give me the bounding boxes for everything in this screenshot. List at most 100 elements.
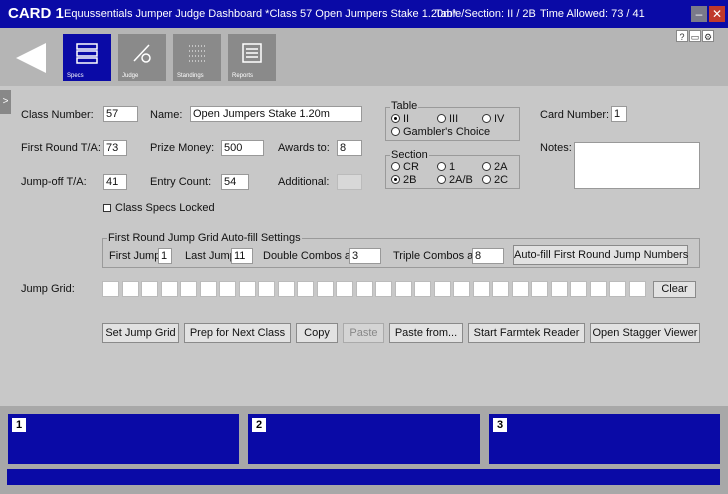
clear-grid-button[interactable]: Clear xyxy=(653,281,696,298)
set-jump-grid-button[interactable]: Set Jump Grid xyxy=(102,323,179,343)
entry-count-input[interactable]: 54 xyxy=(221,174,249,190)
rider-panel-2[interactable]: 2 xyxy=(248,414,480,464)
card-number-input[interactable]: 1 xyxy=(611,106,627,122)
jump-grid-cell[interactable] xyxy=(375,281,392,297)
jump-grid-cell[interactable] xyxy=(238,281,256,297)
section-radio-2c-label: 2C xyxy=(494,174,509,186)
section-radio-cr[interactable]: CR xyxy=(391,161,419,173)
reports-button[interactable]: Reports xyxy=(228,34,276,81)
close-button[interactable]: ✕ xyxy=(709,6,725,22)
radio-dot xyxy=(482,162,491,171)
class-specs-locked-checkbox[interactable]: Class Specs Locked xyxy=(103,202,215,214)
last-jump-input[interactable]: 11 xyxy=(231,248,253,264)
jump-grid-cell[interactable] xyxy=(199,281,217,297)
jump-grid-cell[interactable] xyxy=(492,281,509,297)
table-radio-iii[interactable]: III xyxy=(437,113,458,125)
notes-label: Notes: xyxy=(540,142,572,154)
double-combos-input[interactable]: 3 xyxy=(349,248,381,264)
minimize-button[interactable]: – xyxy=(691,6,707,22)
additional-label: Additional: xyxy=(278,176,330,188)
jump-grid-cell[interactable] xyxy=(258,281,275,297)
section-radio-2a-label: 2A xyxy=(494,161,508,173)
section-radio-2c[interactable]: 2C xyxy=(482,174,508,186)
jump-grid-cell[interactable] xyxy=(316,281,334,297)
first-round-input[interactable]: 73 xyxy=(103,140,127,156)
jump-grid-cell[interactable] xyxy=(531,281,548,297)
jump-grid-cell[interactable] xyxy=(570,281,587,297)
utility-icons: ? ▭ ⚙ xyxy=(676,30,715,43)
jump-grid-cell[interactable] xyxy=(102,281,119,297)
copy-button[interactable]: Copy xyxy=(296,323,338,343)
paste-button[interactable]: Paste xyxy=(343,323,384,343)
autofill-button[interactable]: Auto-fill First Round Jump Numbers xyxy=(513,245,688,265)
card-number-label: Card Number: xyxy=(540,109,610,121)
awards-label: Awards to: xyxy=(278,142,330,154)
jump-grid-cell[interactable] xyxy=(297,281,314,297)
jump-grid-cell[interactable] xyxy=(414,281,431,297)
radio-dot xyxy=(482,114,491,123)
time-allowed-readout: Time Allowed: 73 / 41 xyxy=(540,8,645,20)
double-combos-label: Double Combos at: xyxy=(263,250,358,262)
awards-input[interactable]: 8 xyxy=(337,140,362,156)
specs-label: Specs xyxy=(67,73,84,79)
standings-label: Standings xyxy=(177,73,204,79)
section-radio-2ab-label: 2A/B xyxy=(449,174,473,186)
triple-combos-input[interactable]: 8 xyxy=(472,248,504,264)
back-arrow-icon[interactable] xyxy=(16,43,46,73)
first-jump-input[interactable]: 1 xyxy=(158,248,172,264)
help-icon[interactable]: ? xyxy=(676,30,688,42)
specs-icon xyxy=(76,43,98,64)
prep-next-class-button[interactable]: Prep for Next Class xyxy=(184,323,291,343)
section-radio-2a[interactable]: 2A xyxy=(482,161,507,173)
jump-grid-cell[interactable] xyxy=(433,281,451,297)
standings-button[interactable]: Standings xyxy=(173,34,221,81)
notes-textarea[interactable] xyxy=(574,142,700,189)
open-stagger-viewer-button[interactable]: Open Stagger Viewer xyxy=(590,323,700,343)
jump-grid-cell[interactable] xyxy=(589,281,607,297)
class-specs-form: Class Number: 57 Name: Open Jumpers Stak… xyxy=(0,86,728,406)
start-farmtek-button[interactable]: Start Farmtek Reader xyxy=(468,323,585,343)
panel-number: 1 xyxy=(12,418,26,432)
jump-grid-cell[interactable] xyxy=(219,281,236,297)
jump-grid-cell[interactable] xyxy=(160,281,178,297)
radio-dot xyxy=(482,175,491,184)
table-radio-ii[interactable]: II xyxy=(391,113,409,125)
triple-combos-label: Triple Combos at: xyxy=(393,250,480,262)
judge-button[interactable]: Judge xyxy=(118,34,166,81)
section-radio-2b[interactable]: 2B xyxy=(391,174,416,186)
jump-grid-cell[interactable] xyxy=(511,281,529,297)
rider-panel-1[interactable]: 1 xyxy=(8,414,239,464)
prize-money-input[interactable]: 500 xyxy=(221,140,264,156)
specs-button[interactable]: Specs xyxy=(63,34,111,81)
settings-icon[interactable]: ⚙ xyxy=(702,30,714,42)
jump-grid-cell[interactable] xyxy=(121,281,139,297)
jump-grid-cell[interactable] xyxy=(277,281,295,297)
section-group-title: Section xyxy=(390,149,429,161)
jumpoff-input[interactable]: 41 xyxy=(103,174,127,190)
paste-from-button[interactable]: Paste from... xyxy=(389,323,463,343)
jump-grid-cell[interactable] xyxy=(453,281,470,297)
rider-panel-3[interactable]: 3 xyxy=(489,414,720,464)
jump-grid-cell[interactable] xyxy=(609,281,626,297)
section-radio-1[interactable]: 1 xyxy=(437,161,455,173)
jump-grid-cell[interactable] xyxy=(394,281,412,297)
table-radio-iv[interactable]: IV xyxy=(482,113,504,125)
jump-grid-cell[interactable] xyxy=(355,281,373,297)
jump-grid-cell[interactable] xyxy=(472,281,490,297)
title-bar: CARD 1 Equussentials Jumper Judge Dashbo… xyxy=(0,0,728,28)
section-radio-2ab[interactable]: 2A/B xyxy=(437,174,473,186)
standings-icon xyxy=(189,45,205,62)
jump-grid-cell[interactable] xyxy=(628,281,646,297)
jump-grid-cell[interactable] xyxy=(550,281,568,297)
jump-grid-label: Jump Grid: xyxy=(21,283,75,295)
class-number-input[interactable]: 57 xyxy=(103,106,138,122)
open-folder-icon[interactable]: ▭ xyxy=(689,30,701,42)
checkbox-box xyxy=(103,204,111,212)
additional-input[interactable] xyxy=(337,174,362,190)
jump-grid-cell[interactable] xyxy=(141,281,158,297)
table-group-title: Table xyxy=(390,100,419,112)
jump-grid-cell[interactable] xyxy=(180,281,197,297)
table-radio-gamblers-choice[interactable]: Gambler's Choice xyxy=(391,126,490,138)
class-name-input[interactable]: Open Jumpers Stake 1.20m xyxy=(190,106,362,122)
jump-grid-cell[interactable] xyxy=(336,281,353,297)
